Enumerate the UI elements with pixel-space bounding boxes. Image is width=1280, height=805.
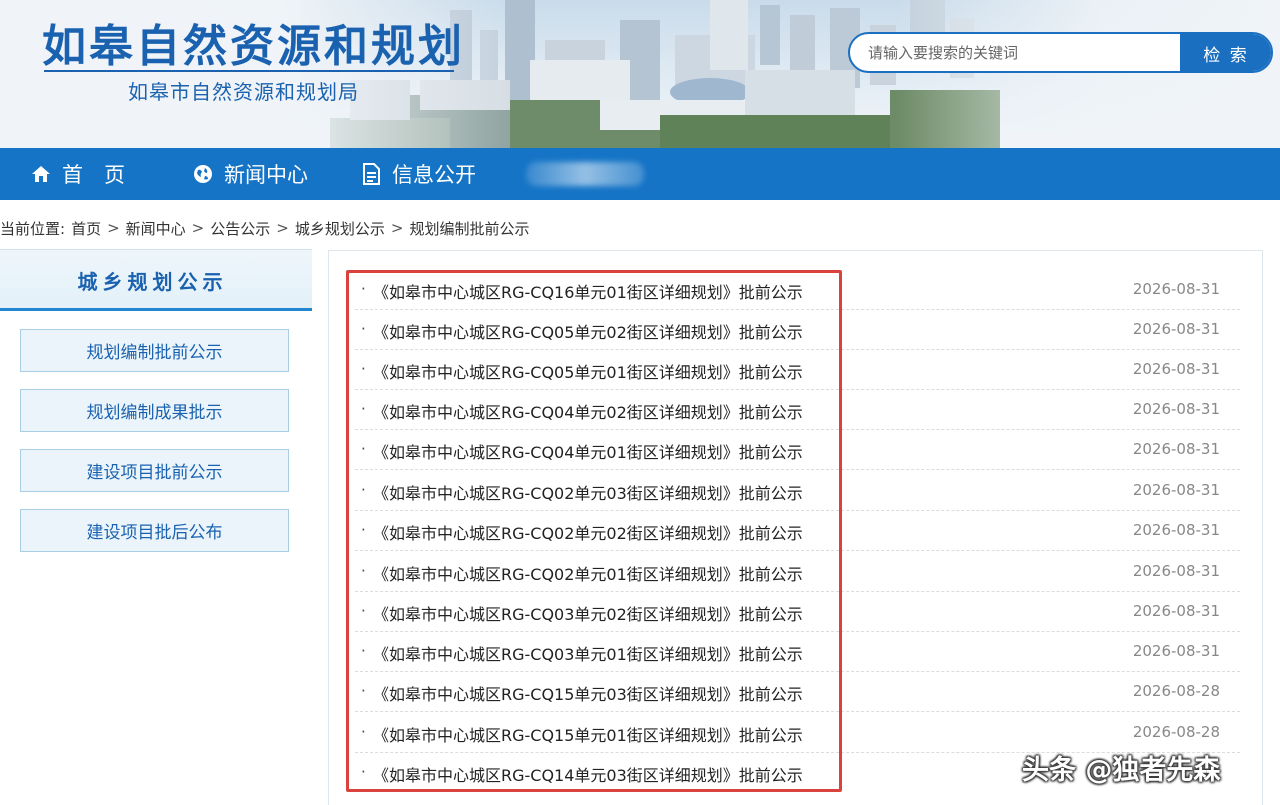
list-item-link[interactable]: 《如皋市中心城区RG-CQ02单元03街区详细规划》批前公示 bbox=[373, 480, 803, 504]
sidebar-header: 城乡规划公示 bbox=[0, 249, 312, 311]
site-subtitle: 如皋市自然资源和规划局 bbox=[128, 80, 359, 104]
nav-item-label: 新闻中心 bbox=[224, 163, 308, 187]
search-button[interactable]: 检 索 bbox=[1180, 34, 1271, 71]
nav-item-label: 信息公开 bbox=[392, 163, 476, 187]
list-bullet: · bbox=[361, 280, 366, 298]
list-bullet: · bbox=[361, 763, 366, 781]
list-item-link[interactable]: 《如皋市中心城区RG-CQ04单元02街区详细规划》批前公示 bbox=[373, 399, 803, 423]
list-item: · 《如皋市中心城区RG-CQ05单元02街区详细规划》批前公示 2026-08… bbox=[355, 310, 1240, 350]
sidebar: 城乡规划公示 规划编制批前公示 规划编制成果批示 建设项目批前公示 建设项目批后… bbox=[0, 249, 312, 805]
list-bullet: · bbox=[361, 723, 366, 741]
search-box: 检 索 bbox=[848, 32, 1273, 73]
nav-item-label: 首 页 bbox=[62, 163, 125, 187]
list-item: · 《如皋市中心城区RG-CQ02单元03街区详细规划》批前公示 2026-08… bbox=[355, 471, 1240, 511]
document-icon bbox=[360, 163, 382, 185]
list-item-date: 2026-08-31 bbox=[1132, 602, 1220, 620]
list-item-link[interactable]: 《如皋市中心城区RG-CQ04单元01街区详细规划》批前公示 bbox=[373, 439, 803, 463]
list-item-link[interactable]: 《如皋市中心城区RG-CQ05单元01街区详细规划》批前公示 bbox=[373, 359, 803, 383]
list-item: · 《如皋市中心城区RG-CQ02单元01街区详细规划》批前公示 2026-08… bbox=[355, 552, 1240, 592]
list-bullet: · bbox=[361, 400, 366, 418]
list-item-link[interactable]: 《如皋市中心城区RG-CQ02单元01街区详细规划》批前公示 bbox=[373, 561, 803, 585]
site-header: 如皋自然资源和规划 如皋市自然资源和规划局 检 索 bbox=[0, 0, 1280, 148]
list-bullet: · bbox=[361, 440, 366, 458]
list-bullet: · bbox=[361, 682, 366, 700]
breadcrumb-home[interactable]: 首页 bbox=[71, 218, 101, 239]
list-item: · 《如皋市中心城区RG-CQ15单元03街区详细规划》批前公示 2026-08… bbox=[355, 672, 1240, 712]
breadcrumb-separator: > bbox=[191, 219, 205, 237]
list-item-date: 2026-08-28 bbox=[1132, 682, 1220, 700]
list-item-link[interactable]: 《如皋市中心城区RG-CQ05单元02街区详细规划》批前公示 bbox=[373, 319, 803, 343]
list-item-link[interactable]: 《如皋市中心城区RG-CQ03单元01街区详细规划》批前公示 bbox=[373, 641, 803, 665]
list-item-link[interactable]: 《如皋市中心城区RG-CQ15单元01街区详细规划》批前公示 bbox=[373, 722, 803, 746]
list-item-date: 2026-08-31 bbox=[1132, 360, 1220, 378]
breadcrumb-news[interactable]: 新闻中心 bbox=[126, 218, 186, 239]
list-item-date: 2026-08-31 bbox=[1132, 642, 1220, 660]
list-item: · 《如皋市中心城区RG-CQ03单元02街区详细规划》批前公示 2026-08… bbox=[355, 592, 1240, 632]
nav-item-home[interactable]: 首 页 bbox=[30, 148, 125, 200]
title-underline bbox=[44, 70, 454, 72]
breadcrumb-announcements[interactable]: 公告公示 bbox=[210, 218, 270, 239]
list-item: · 《如皋市中心城区RG-CQ04单元01街区详细规划》批前公示 2026-08… bbox=[355, 430, 1240, 470]
nav-item-info[interactable]: 信息公开 bbox=[360, 148, 476, 200]
list-bullet: · bbox=[361, 320, 366, 338]
sidebar-title: 城乡规划公示 bbox=[77, 270, 228, 294]
sidebar-item-project-pre-notice[interactable]: 建设项目批前公示 bbox=[20, 449, 289, 492]
list-item-link[interactable]: 《如皋市中心城区RG-CQ15单元03街区详细规划》批前公示 bbox=[373, 681, 803, 705]
list-item-date: 2026-08-31 bbox=[1132, 400, 1220, 418]
watermark-text: 头条 @独者先森 bbox=[1022, 755, 1221, 786]
breadcrumb-planning[interactable]: 城乡规划公示 bbox=[295, 218, 385, 239]
search-input[interactable] bbox=[850, 34, 1180, 71]
list-item-link[interactable]: 《如皋市中心城区RG-CQ14单元03街区详细规划》批前公示 bbox=[373, 762, 803, 786]
breadcrumb-separator: > bbox=[276, 219, 289, 237]
list-item-date: 2026-08-31 bbox=[1132, 320, 1220, 338]
list-item-date: 2026-08-31 bbox=[1132, 521, 1220, 539]
list-item-date: 2026-08-31 bbox=[1132, 562, 1220, 580]
list-bullet: · bbox=[361, 642, 366, 660]
list-item: · 《如皋市中心城区RG-CQ15单元01街区详细规划》批前公示 2026-08… bbox=[355, 713, 1240, 753]
list-item-link[interactable]: 《如皋市中心城区RG-CQ02单元02街区详细规划》批前公示 bbox=[373, 520, 803, 544]
main-nav: 首 页 新闻中心 信息公开 bbox=[0, 148, 1280, 200]
list-item-date: 2026-08-28 bbox=[1132, 723, 1220, 741]
sidebar-item-project-post-notice[interactable]: 建设项目批后公布 bbox=[20, 509, 289, 552]
list-item-date: 2026-08-31 bbox=[1132, 280, 1220, 298]
list-item-date: 2026-08-31 bbox=[1132, 481, 1220, 499]
sidebar-item-plan-result[interactable]: 规划编制成果批示 bbox=[20, 389, 289, 432]
breadcrumb-prefix: 当前位置: bbox=[0, 219, 66, 238]
list-bullet: · bbox=[361, 481, 366, 499]
list-item: · 《如皋市中心城区RG-CQ03单元01街区详细规划》批前公示 2026-08… bbox=[355, 632, 1240, 672]
list-item: · 《如皋市中心城区RG-CQ04单元02街区详细规划》批前公示 2026-08… bbox=[355, 390, 1240, 430]
list-item-date: 2026-08-31 bbox=[1132, 440, 1220, 458]
home-icon bbox=[30, 163, 52, 185]
list-bullet: · bbox=[361, 360, 366, 378]
nav-item-news[interactable]: 新闻中心 bbox=[192, 148, 308, 200]
site-title: 如皋自然资源和规划 bbox=[42, 21, 465, 72]
list-item: · 《如皋市中心城区RG-CQ02单元02街区详细规划》批前公示 2026-08… bbox=[355, 511, 1240, 551]
globe-icon bbox=[192, 163, 214, 185]
breadcrumb-current[interactable]: 规划编制批前公示 bbox=[409, 218, 529, 239]
nav-item-blurred bbox=[526, 162, 644, 186]
list-bullet: · bbox=[361, 521, 366, 539]
breadcrumb-separator: > bbox=[390, 219, 404, 237]
list-item: · 《如皋市中心城区RG-CQ05单元01街区详细规划》批前公示 2026-08… bbox=[355, 350, 1240, 390]
sidebar-item-plan-pre-notice[interactable]: 规划编制批前公示 bbox=[20, 329, 289, 372]
list-bullet: · bbox=[361, 562, 366, 580]
breadcrumb: 当前位置: 首页 > 新闻中心 > 公告公示 > 城乡规划公示 > 规划编制批前… bbox=[0, 217, 529, 239]
list-bullet: · bbox=[361, 602, 366, 620]
list-item-link[interactable]: 《如皋市中心城区RG-CQ16单元01街区详细规划》批前公示 bbox=[373, 279, 803, 303]
list-item: · 《如皋市中心城区RG-CQ16单元01街区详细规划》批前公示 2026-08… bbox=[355, 270, 1240, 310]
list-item-link[interactable]: 《如皋市中心城区RG-CQ03单元02街区详细规划》批前公示 bbox=[373, 601, 803, 625]
breadcrumb-separator: > bbox=[107, 219, 120, 237]
